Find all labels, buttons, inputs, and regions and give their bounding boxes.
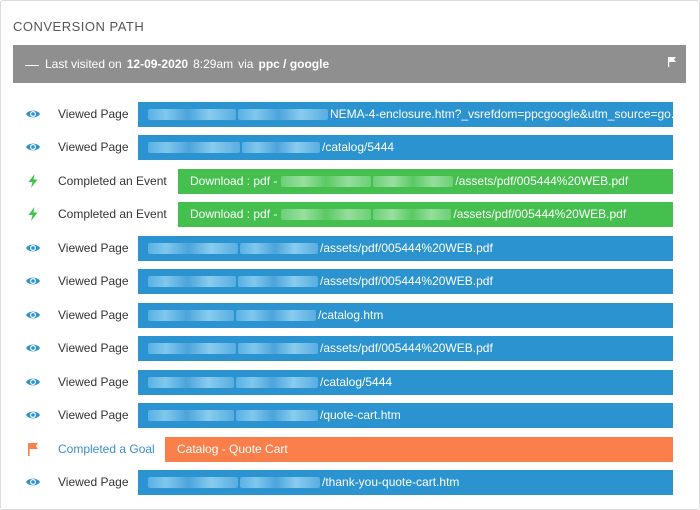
viewed-page-row: Viewed Page/thank-you-quote-cart.htm xyxy=(1,470,700,495)
row-label: Viewed Page xyxy=(58,375,129,389)
event-row: Completed an Event Download : pdf - /asset… xyxy=(1,202,700,227)
redacted-domain xyxy=(148,310,234,322)
event-bar[interactable]: Download : pdf - /assets/pdf/005444%20WEB… xyxy=(178,202,673,227)
redacted-domain xyxy=(148,142,240,154)
viewed-page-row: Viewed Page/assets/pdf/005444%20WEB.pdf xyxy=(1,236,700,261)
redacted-domain xyxy=(238,109,328,121)
bar-text: /assets/pdf/005444%20WEB.pdf xyxy=(453,207,627,221)
event-prefix: Download : pdf - xyxy=(190,174,278,188)
viewed-page-row: Viewed Page/quote-cart.htm xyxy=(1,403,700,428)
viewed-page-row: Viewed Page/catalog/5444 xyxy=(1,370,700,395)
bar-text: /quote-cart.htm xyxy=(320,408,401,422)
visit-date: 12-09-2020 xyxy=(126,57,189,71)
eye-icon xyxy=(25,340,41,356)
visit-source: ppc / google xyxy=(258,57,330,71)
page-url-bar[interactable]: /assets/pdf/005444%20WEB.pdf xyxy=(138,269,673,294)
visit-header[interactable]: — Last visited on 12-09-2020 8:29am via … xyxy=(13,45,686,83)
page-url-bar[interactable]: /quote-cart.htm xyxy=(138,403,673,428)
eye-icon xyxy=(25,407,41,423)
bar-text: /thank-you-quote-cart.htm xyxy=(322,475,460,489)
visit-via: via xyxy=(238,57,254,71)
eye-icon xyxy=(25,374,41,390)
goal-bar[interactable]: Catalog - Quote Cart xyxy=(165,437,673,462)
eye-icon xyxy=(25,307,41,323)
redacted-domain xyxy=(148,343,236,355)
row-label: Completed an Event xyxy=(58,174,167,188)
eye-icon xyxy=(25,139,41,155)
redacted-domain xyxy=(240,477,320,489)
visit-time: 8:29am xyxy=(193,57,234,71)
redacted-domain xyxy=(373,176,454,188)
page-url-bar[interactable]: /assets/pdf/005444%20WEB.pdf xyxy=(138,236,673,261)
bar-text: Catalog - Quote Cart xyxy=(177,442,288,456)
flag-icon xyxy=(25,441,41,457)
bar-text: /catalog/5444 xyxy=(320,375,393,389)
row-label: Viewed Page xyxy=(58,107,129,121)
conversion-path-panel: CONVERSION PATH — Last visited on 12-09-… xyxy=(0,0,700,510)
bar-text: /catalog/5444 xyxy=(322,140,395,154)
row-label: Viewed Page xyxy=(58,408,129,422)
redacted-domain xyxy=(148,276,236,288)
redacted-domain xyxy=(236,410,318,422)
eye-icon xyxy=(25,106,41,122)
page-url-bar[interactable]: /catalog/5444 xyxy=(138,370,673,395)
event-bar[interactable]: Download : pdf - /assets/pdf/005444%20WEB… xyxy=(178,169,673,194)
goal-row: Completed a Goal Catalog - Quote Cart xyxy=(1,437,700,462)
bar-text: /assets/pdf/005444%20WEB.pdf xyxy=(320,274,493,288)
row-label: Viewed Page xyxy=(58,140,129,154)
bolt-icon xyxy=(25,206,41,222)
bolt-icon xyxy=(25,173,41,189)
eye-icon xyxy=(25,240,41,256)
minus-icon[interactable]: — xyxy=(25,56,39,72)
bar-text: /assets/pdf/005444%20WEB.pdf xyxy=(320,241,493,255)
row-label: Viewed Page xyxy=(58,241,129,255)
bar-text: /assets/pdf/005444%20WEB.pdf xyxy=(455,174,629,188)
bar-text: /assets/pdf/005444%20WEB.pdf xyxy=(320,341,493,355)
redacted-domain xyxy=(238,276,318,288)
page-url-bar[interactable]: NEMA-4-enclosure.htm?_vsrefdom=ppcgoogle… xyxy=(138,102,673,127)
viewed-page-row: Viewed Page/assets/pdf/005444%20WEB.pdf xyxy=(1,336,700,361)
page-url-bar[interactable]: /assets/pdf/005444%20WEB.pdf xyxy=(138,336,673,361)
redacted-domain xyxy=(238,343,318,355)
bar-text: NEMA-4-enclosure.htm?_vsrefdom=ppcgoogle… xyxy=(330,107,673,121)
row-label: Viewed Page xyxy=(58,274,129,288)
row-label[interactable]: Completed a Goal xyxy=(58,442,155,456)
event-row: Completed an Event Download : pdf - /asset… xyxy=(1,169,700,194)
redacted-domain xyxy=(148,377,234,389)
visit-prefix: Last visited on xyxy=(45,57,122,71)
redacted-domain xyxy=(373,209,452,221)
row-label: Viewed Page xyxy=(58,341,129,355)
panel-title: CONVERSION PATH xyxy=(13,19,145,34)
viewed-page-row: Viewed Page/assets/pdf/005444%20WEB.pdf xyxy=(1,269,700,294)
redacted-domain xyxy=(281,209,372,221)
viewed-page-row: Viewed Page NEMA-4-enclosure.htm?_vsrefdo… xyxy=(1,102,700,127)
redacted-domain xyxy=(148,243,238,255)
flag-icon[interactable] xyxy=(668,57,676,67)
redacted-domain xyxy=(240,243,318,255)
page-url-bar[interactable]: /catalog/5444 xyxy=(138,135,673,160)
redacted-domain xyxy=(148,410,234,422)
bar-text: /catalog.htm xyxy=(318,308,384,322)
viewed-page-row: Viewed Page/catalog.htm xyxy=(1,303,700,328)
row-label: Viewed Page xyxy=(58,308,129,322)
page-url-bar[interactable]: /catalog.htm xyxy=(138,303,673,328)
redacted-domain xyxy=(242,142,320,154)
redacted-domain xyxy=(281,176,372,188)
event-prefix: Download : pdf - xyxy=(190,207,278,221)
redacted-domain xyxy=(236,377,318,389)
eye-icon xyxy=(25,273,41,289)
redacted-domain xyxy=(148,109,236,121)
row-label: Viewed Page xyxy=(58,475,129,489)
viewed-page-row: Viewed Page/catalog/5444 xyxy=(1,135,700,160)
eye-icon xyxy=(25,474,41,490)
row-label: Completed an Event xyxy=(58,207,167,221)
page-url-bar[interactable]: /thank-you-quote-cart.htm xyxy=(138,470,673,495)
redacted-domain xyxy=(148,477,238,489)
redacted-domain xyxy=(236,310,316,322)
